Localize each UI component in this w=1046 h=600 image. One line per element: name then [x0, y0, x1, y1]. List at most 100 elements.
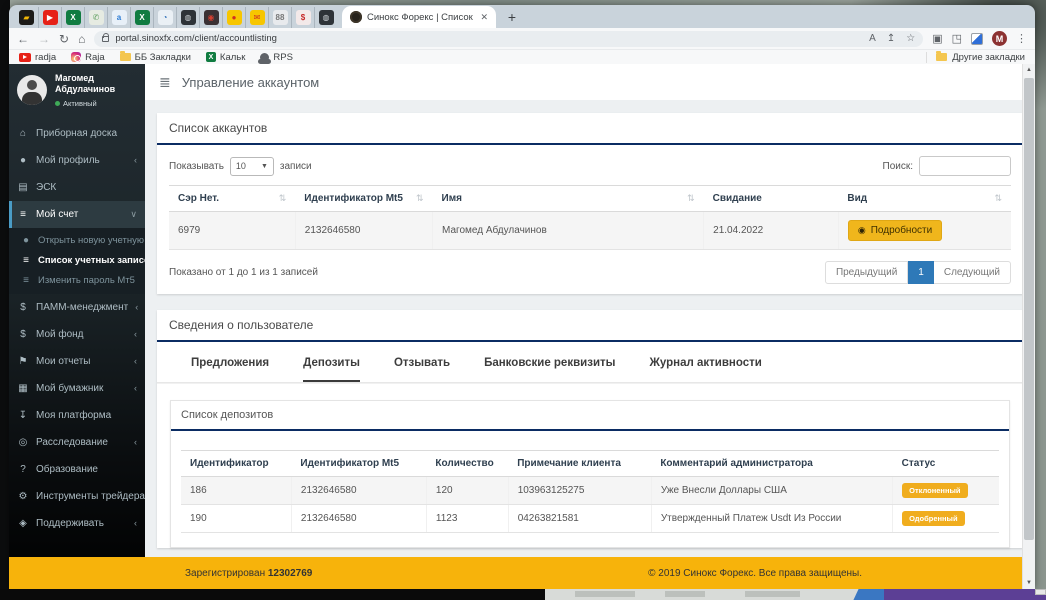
- column-header[interactable]: Свидание: [704, 186, 839, 212]
- submenu-change-mt5-password[interactable]: ≡Изменить пароль Мт5: [9, 271, 145, 291]
- tab-bank-details[interactable]: Банковские реквизиты: [484, 357, 615, 382]
- background-window-purple-bar: [884, 589, 1046, 600]
- active-browser-tab[interactable]: Синокс Форекс | Список аккау ✕: [342, 6, 496, 28]
- reload-icon[interactable]: ↻: [59, 33, 69, 45]
- yandex-mail-tab[interactable]: ✉: [245, 7, 268, 28]
- extension-icon[interactable]: [971, 33, 983, 45]
- tab-offers[interactable]: Предложения: [191, 357, 269, 382]
- table-row: 6979 2132646580 Магомед Абдулачинов 21.0…: [169, 212, 1011, 250]
- folder-icon: [936, 53, 947, 61]
- status-badge: Одобренный: [902, 511, 964, 526]
- sort-icon[interactable]: ⇅: [416, 193, 424, 204]
- main-content: ≣ Управление аккаунтом Список аккаунтов …: [145, 64, 1035, 589]
- person-icon: [260, 53, 269, 62]
- column-header[interactable]: Имя⇅: [433, 186, 704, 212]
- youtube-icon: ▶: [43, 10, 58, 25]
- gray-88-tab[interactable]: 88: [268, 7, 291, 28]
- tab-withdraw[interactable]: Отзывать: [394, 357, 450, 382]
- forward-icon[interactable]: →: [38, 33, 50, 45]
- extensions-puzzle-icon[interactable]: ◳: [952, 32, 962, 45]
- blue-a-tab[interactable]: a: [107, 7, 130, 28]
- scroll-down-icon[interactable]: ▼: [1023, 577, 1035, 589]
- chevron-left-icon: ‹: [135, 302, 138, 312]
- screenshot-icon[interactable]: ▣: [932, 32, 942, 45]
- tab-deposits[interactable]: Депозиты: [303, 357, 360, 382]
- blue-swirl-tab[interactable]: ◔: [153, 7, 176, 28]
- entries-select[interactable]: 10▼: [230, 157, 274, 176]
- page-scrollbar[interactable]: ▲ ▼: [1022, 64, 1035, 589]
- sidebar-item-my-wallet[interactable]: ▦Мой бумажник‹: [9, 375, 145, 402]
- yandex-yellow-tab[interactable]: ●: [222, 7, 245, 28]
- new-tab-button[interactable]: +: [502, 7, 522, 27]
- excel-green-2-tab[interactable]: X: [130, 7, 153, 28]
- pagination-previous[interactable]: Предыдущий: [825, 261, 908, 284]
- registered-label: Зарегистрирован: [185, 568, 265, 579]
- sidebar-item-my-fund[interactable]: $Мой фонд‹: [9, 321, 145, 348]
- address-bar[interactable]: portal.sinoxfx.com/client/accountlisting…: [94, 31, 923, 47]
- pin-icon: ◈: [17, 518, 29, 529]
- column-header[interactable]: Сэр Нет.⇅: [169, 186, 295, 212]
- menu-kebab-icon[interactable]: ⋮: [1016, 32, 1027, 45]
- sort-icon[interactable]: ⇅: [994, 193, 1002, 204]
- column-header[interactable]: Вид⇅: [838, 186, 1011, 212]
- bookmark-raja[interactable]: Raja: [71, 52, 105, 63]
- search-icon: ◎: [17, 437, 29, 448]
- back-icon[interactable]: ←: [17, 33, 29, 45]
- sidebar-item-support[interactable]: ◈Поддерживать‹: [9, 510, 145, 537]
- sidebar-item-profile[interactable]: ●Мой профиль‹: [9, 147, 145, 174]
- details-button[interactable]: ◉Подробности: [848, 220, 942, 241]
- page-footer: Зарегистрирован 12302769 © 2019 Синокс Ф…: [9, 557, 1022, 589]
- sidebar-item-my-reports[interactable]: ⚑Мои отчеты‹: [9, 348, 145, 375]
- search-input[interactable]: [919, 156, 1011, 176]
- column-header[interactable]: Идентификатор Mt5⇅: [295, 186, 432, 212]
- dollar-icon: $: [17, 329, 29, 340]
- cell-id: 190: [181, 505, 291, 533]
- cell-id: 186: [181, 477, 291, 505]
- submenu-open-new-account[interactable]: ●Открыть новую учетную запись: [9, 231, 145, 251]
- dark-red-circle-tab[interactable]: ◉: [199, 7, 222, 28]
- user-avatar: [17, 75, 47, 105]
- sidebar-item-esk[interactable]: ▤ЭСК: [9, 174, 145, 201]
- page-title: Управление аккаунтом: [182, 75, 320, 90]
- whatsapp-gray-tab[interactable]: ✆: [84, 7, 107, 28]
- home-icon[interactable]: ⌂: [78, 33, 85, 45]
- other-bookmarks[interactable]: Другие закладки: [926, 52, 1025, 63]
- bookmark-radja[interactable]: radja: [19, 52, 56, 63]
- red-dollar-tab[interactable]: $: [291, 7, 314, 28]
- sidebar-item-pamm[interactable]: $ПАММ-менеджмент‹: [9, 294, 145, 321]
- pinned-tabs: ▰▶X✆aX◔◍◉●✉88$◍: [15, 7, 337, 28]
- tab-activity-log[interactable]: Журнал активности: [649, 357, 761, 382]
- pagination-page-1[interactable]: 1: [908, 261, 934, 284]
- pagination-next[interactable]: Следующий: [934, 261, 1011, 284]
- sidebar-item-investigation[interactable]: ◎Расследование‹: [9, 429, 145, 456]
- sidebar-item-my-platform[interactable]: ↧Моя платформа: [9, 402, 145, 429]
- chevron-left-icon: ‹: [134, 356, 137, 366]
- tab-strip: ▰▶X✆aX◔◍◉●✉88$◍ Синокс Форекс | Список а…: [9, 5, 1035, 28]
- sidebar-item-dashboard[interactable]: ⌂Приборная доска: [9, 120, 145, 147]
- share-icon[interactable]: ↥: [887, 33, 895, 44]
- cell-name: Магомед Абдулачинов: [433, 212, 704, 250]
- sort-icon[interactable]: ⇅: [687, 193, 695, 204]
- bookmark-rps[interactable]: RPS: [260, 52, 293, 63]
- bookmark-kalk[interactable]: XКальк: [206, 52, 245, 63]
- bookmark-bb-folder[interactable]: ББ Закладки: [120, 52, 191, 63]
- table-row: 186 2132646580 120 103963125275 Уже Внес…: [181, 477, 999, 505]
- background-window-strip: [0, 589, 1046, 600]
- bookmark-star-icon[interactable]: ☆: [906, 33, 915, 44]
- tab-close-icon[interactable]: ✕: [480, 12, 488, 23]
- scrollbar-thumb[interactable]: [1024, 78, 1034, 540]
- sidebar-item-my-account[interactable]: ≡Мой счет∨: [9, 201, 145, 228]
- cell-amount: 120: [426, 477, 508, 505]
- dark-globe-tab[interactable]: ◍: [176, 7, 199, 28]
- submenu-account-listing[interactable]: ≡Список учетных записей: [9, 251, 145, 271]
- sidebar-item-education[interactable]: ?Образование: [9, 456, 145, 483]
- sort-icon[interactable]: ⇅: [279, 193, 287, 204]
- sidebar-item-trader-tools[interactable]: ⚙Инструменты трейдера‹: [9, 483, 145, 510]
- youtube-tab[interactable]: ▶: [38, 7, 61, 28]
- scroll-up-icon[interactable]: ▲: [1023, 64, 1035, 76]
- excel-green-tab[interactable]: X: [61, 7, 84, 28]
- translate-icon[interactable]: A: [869, 33, 876, 44]
- profile-avatar[interactable]: M: [992, 31, 1007, 46]
- dark-globe-2-tab[interactable]: ◍: [314, 7, 337, 28]
- dark-gold-logo-tab[interactable]: ▰: [15, 7, 38, 28]
